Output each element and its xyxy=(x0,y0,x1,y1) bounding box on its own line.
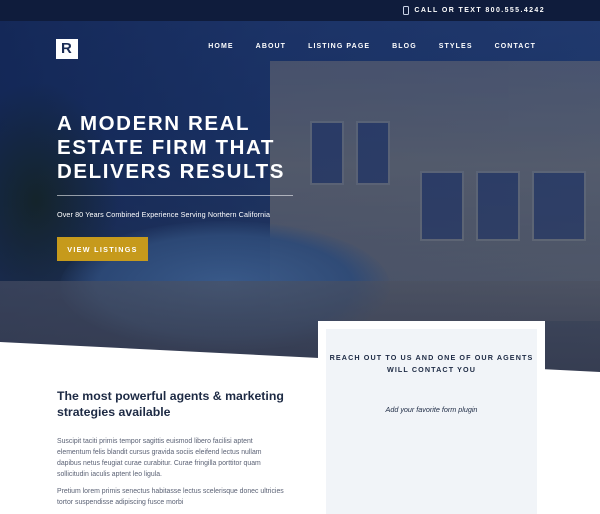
main-nav: HOME ABOUT LISTING PAGE BLOG STYLES CONT… xyxy=(208,43,536,50)
intro-paragraph-2: Pretium lorem primis senectus habitasse … xyxy=(57,488,284,507)
phone-icon xyxy=(403,6,410,15)
contact-form-panel: REACH OUT TO US AND ONE OF OUR AGENTS WI… xyxy=(326,329,537,514)
intro-content: The most powerful agents & marketing str… xyxy=(57,388,287,509)
phone-contact[interactable]: CALL OR TEXT 800.555.4242 xyxy=(403,6,545,15)
contact-form-box: REACH OUT TO US AND ONE OF OUR AGENTS WI… xyxy=(318,321,545,514)
intro-heading: The most powerful agents & marketing str… xyxy=(57,389,284,419)
site-logo[interactable]: R xyxy=(56,39,78,59)
top-bar: CALL OR TEXT 800.555.4242 xyxy=(0,0,600,21)
nav-blog[interactable]: BLOG xyxy=(392,43,417,50)
phone-text: CALL OR TEXT 800.555.4242 xyxy=(414,7,545,14)
nav-home[interactable]: HOME xyxy=(208,43,233,50)
nav-about[interactable]: ABOUT xyxy=(256,43,286,50)
form-plugin-placeholder: Add your favorite form plugin xyxy=(385,405,478,414)
view-listings-button[interactable]: VIEW LISTINGS xyxy=(57,237,148,261)
nav-listing-page[interactable]: LISTING PAGE xyxy=(308,43,370,50)
intro-paragraph-1: Suscipit taciti primis tempor sagittis e… xyxy=(57,438,262,479)
hero-divider xyxy=(57,195,293,196)
nav-contact[interactable]: CONTACT xyxy=(495,43,536,50)
hero-subtitle: Over 80 Years Combined Experience Servin… xyxy=(57,210,271,219)
contact-form-title: REACH OUT TO US AND ONE OF OUR AGENTS WI… xyxy=(329,353,534,374)
hero-headline: A MODERN REAL ESTATE FIRM THAT DELIVERS … xyxy=(57,112,285,183)
nav-styles[interactable]: STYLES xyxy=(439,43,473,50)
logo-letter: R xyxy=(61,40,72,57)
